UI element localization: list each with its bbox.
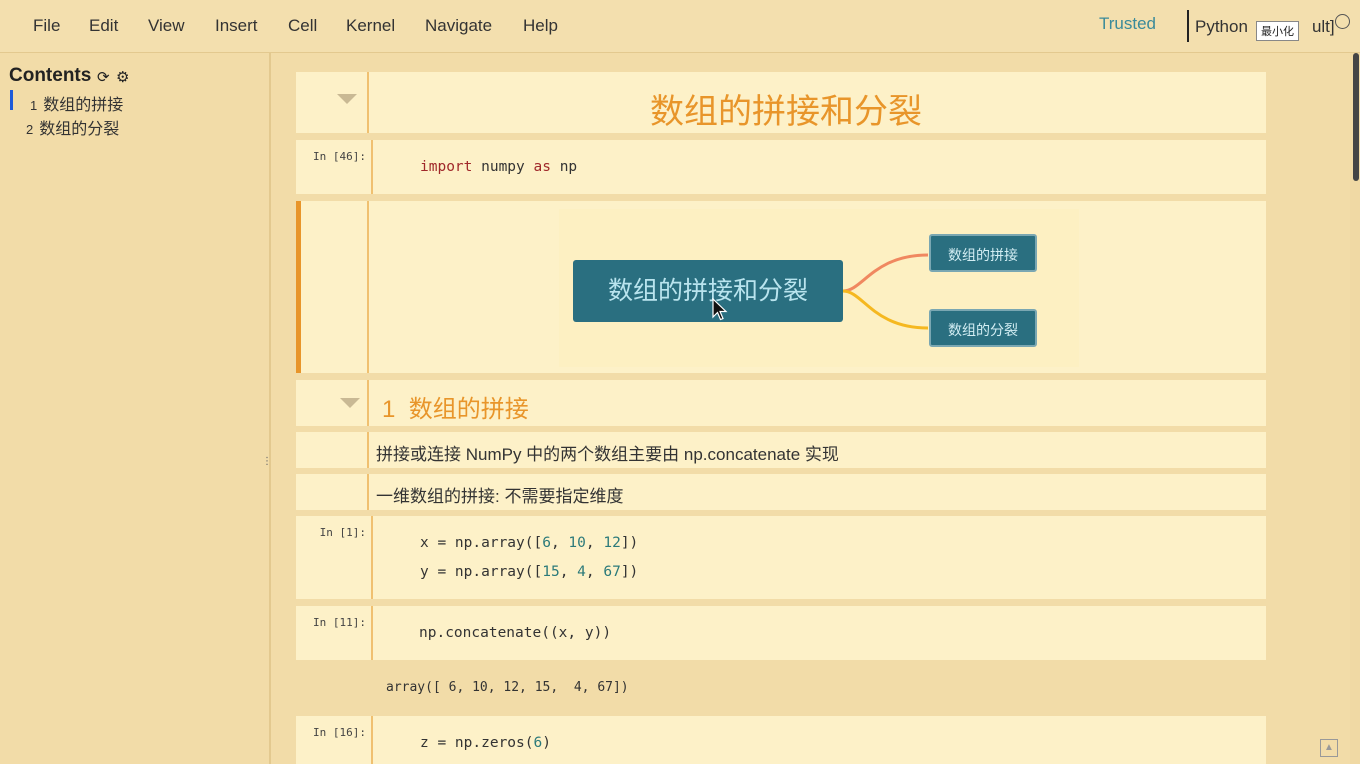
kernel-name-text: Python xyxy=(1195,17,1248,36)
menu-cell[interactable]: Cell xyxy=(288,16,317,36)
toc-title: Contents xyxy=(9,65,92,86)
prompt-label: In [1]: xyxy=(319,526,366,539)
section-title: 1 数组的拼接 xyxy=(382,389,529,424)
menu-navigate[interactable]: Navigate xyxy=(425,16,492,36)
code-keyword: import xyxy=(420,159,473,175)
mindmap-child-node-2: 数组的分裂 xyxy=(929,309,1037,347)
cell-prompt xyxy=(296,432,369,468)
gear-icon[interactable]: ⚙ xyxy=(116,68,129,86)
code-text: ) xyxy=(542,735,551,751)
code-cell[interactable]: In [1]: x = np.array([6, 10, 12]) y = np… xyxy=(296,516,1266,599)
sidebar-resize-handle[interactable]: ⋮ xyxy=(262,456,272,467)
markdown-text: 拼接或连接 NumPy 中的两个数组主要由 np.concatenate 实现 xyxy=(376,445,839,464)
trusted-indicator[interactable]: Trusted xyxy=(1099,14,1156,34)
code-text: ]) xyxy=(620,564,639,580)
refresh-icon[interactable]: ⟳ xyxy=(97,68,110,86)
cell-prompt: In [46]: xyxy=(296,140,373,194)
mindmap-line-1 xyxy=(843,253,929,293)
cell-prompt: In [16]: xyxy=(296,716,373,764)
prompt-label: In [11]: xyxy=(313,616,366,629)
code-line[interactable]: z = np.zeros(6) xyxy=(420,735,551,751)
code-line[interactable]: x = np.array([6, 10, 12]) xyxy=(420,535,638,551)
code-module: numpy xyxy=(472,159,534,175)
cell-prompt: In [11]: xyxy=(296,606,373,660)
toc-sidebar: Contents ⟳ ⚙ 1 数组的拼接 2 数组的分裂 ⋮ xyxy=(0,53,272,764)
prompt-label: In [46]: xyxy=(313,150,366,163)
menu-insert[interactable]: Insert xyxy=(215,16,258,36)
menu-file[interactable]: File xyxy=(33,16,60,36)
toc-item-label: 数组的拼接 xyxy=(43,97,124,114)
code-line[interactable]: import numpy as np xyxy=(420,159,577,175)
cell-prompt xyxy=(296,474,369,510)
collapse-section-icon[interactable] xyxy=(340,398,360,408)
markdown-text: 一维数组的拼接: 不需要指定维度 xyxy=(376,487,624,506)
menu-view[interactable]: View xyxy=(148,16,185,36)
cell-output: array([ 6, 10, 12, 15, 4, 67]) xyxy=(386,680,629,695)
code-line[interactable]: np.concatenate((x, y)) xyxy=(419,625,611,641)
code-cell[interactable]: In [46]: import numpy as np xyxy=(296,140,1266,194)
menubar: File Edit View Insert Cell Kernel Naviga… xyxy=(0,0,1360,53)
section-heading-cell[interactable]: 1 数组的拼接 xyxy=(296,380,1266,426)
code-number: 67 xyxy=(603,564,621,580)
vertical-scrollbar[interactable] xyxy=(1350,53,1360,764)
kernel-idle-icon xyxy=(1335,14,1350,29)
markdown-cell[interactable]: 拼接或连接 NumPy 中的两个数组主要由 np.concatenate 实现 xyxy=(296,432,1266,468)
code-text: z = np.zeros( xyxy=(420,735,534,751)
section-title-text: 数组的拼接 xyxy=(408,396,529,423)
code-number: 10 xyxy=(568,535,586,551)
cell-prompt xyxy=(301,201,369,373)
mindmap-cell[interactable]: 数组的拼接和分裂 数组的拼接 数组的分裂 xyxy=(296,201,1266,373)
code-number: 6 xyxy=(542,535,551,551)
code-text: ]) xyxy=(620,535,639,551)
code-cell[interactable]: In [11]: np.concatenate((x, y)) xyxy=(296,606,1266,660)
markdown-cell[interactable]: 一维数组的拼接: 不需要指定维度 xyxy=(296,474,1266,510)
scrollbar-thumb[interactable] xyxy=(1353,53,1359,181)
toc-item-num: 2 xyxy=(26,122,34,137)
collapse-heading-icon[interactable] xyxy=(337,94,357,104)
code-keyword: as xyxy=(533,159,551,175)
minimize-tooltip: 最小化 xyxy=(1256,21,1299,41)
toc-active-marker xyxy=(10,90,13,110)
mindmap-connectors xyxy=(843,253,929,330)
code-cell[interactable]: In [16]: z = np.zeros(6) xyxy=(296,716,1266,764)
menu-edit[interactable]: Edit xyxy=(89,16,118,36)
menu-kernel[interactable]: Kernel xyxy=(346,16,395,36)
menu-help[interactable]: Help xyxy=(523,16,558,36)
toc-item-label: 数组的分裂 xyxy=(39,121,120,138)
code-number: 6 xyxy=(533,735,543,751)
code-number: 15 xyxy=(542,564,560,580)
cell-prompt xyxy=(296,72,369,133)
mindmap-root-node: 数组的拼接和分裂 xyxy=(573,260,843,322)
code-number: 12 xyxy=(603,535,621,551)
code-line[interactable]: y = np.array([15, 4, 67]) xyxy=(420,564,638,580)
kernel-separator xyxy=(1187,10,1189,42)
prompt-label: In [16]: xyxy=(313,726,366,739)
toc-item-1[interactable]: 1 数组的拼接 xyxy=(30,91,123,115)
mindmap-child-node-1: 数组的拼接 xyxy=(929,234,1037,272)
kernel-name-tail: ult] xyxy=(1311,17,1335,36)
mindmap-line-2 xyxy=(843,289,929,330)
page-title: 数组的拼接和分裂 xyxy=(650,93,922,131)
code-text: x = np.array([ xyxy=(420,535,543,551)
code-text: y = np.array([ xyxy=(420,564,543,580)
scroll-to-top-icon[interactable]: ▲ xyxy=(1320,739,1338,757)
heading-cell[interactable]: 数组的拼接和分裂 xyxy=(296,72,1266,133)
toc-item-2[interactable]: 2 数组的分裂 xyxy=(26,115,119,139)
cell-prompt: In [1]: xyxy=(296,516,373,599)
section-number: 1 xyxy=(382,396,396,423)
code-number: 4 xyxy=(577,564,586,580)
toc-item-num: 1 xyxy=(30,98,38,113)
mouse-cursor-icon xyxy=(712,298,728,321)
code-alias: np xyxy=(550,159,578,175)
